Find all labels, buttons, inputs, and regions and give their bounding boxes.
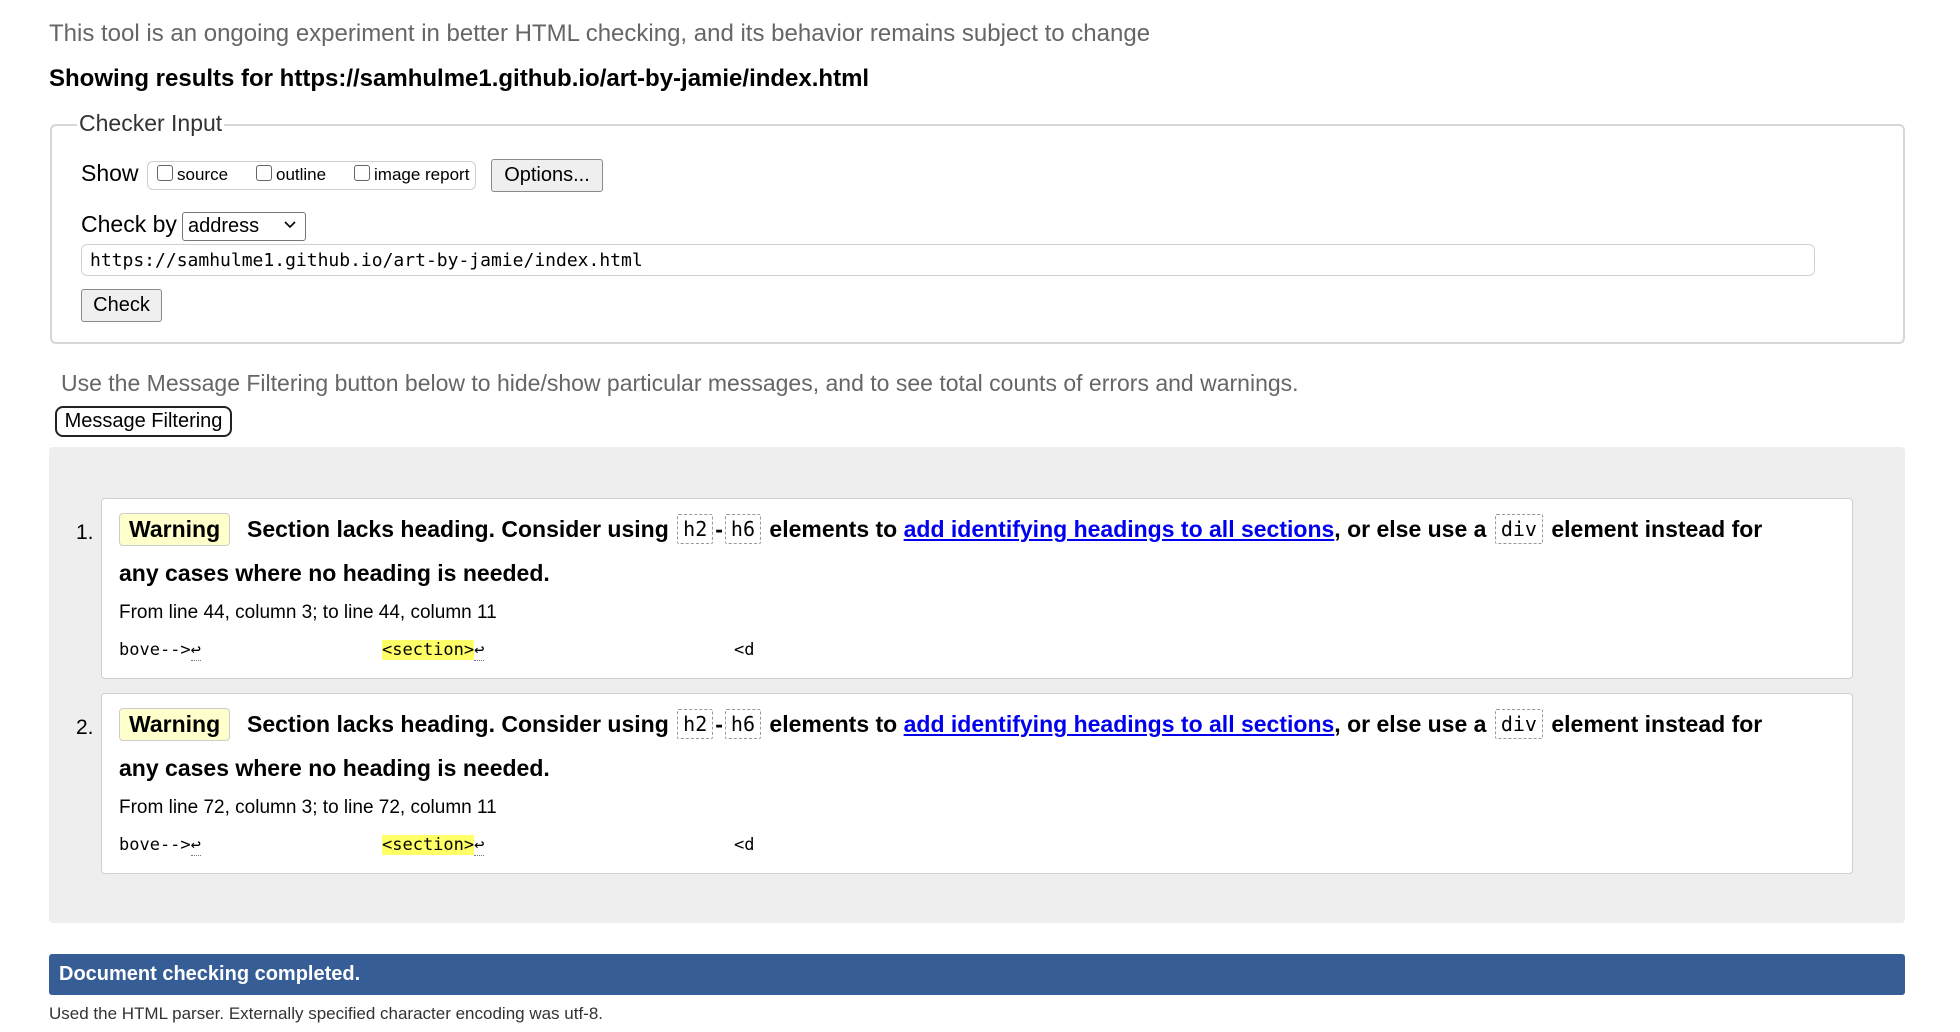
source-checkbox-label: source [177,165,229,184]
options-button[interactable]: Options... [491,159,603,192]
extract-before-text: bove--> [119,835,191,855]
url-input[interactable]: https://samhulme1.github.io/art-by-jamie… [81,244,1815,276]
outline-checkbox-box[interactable] [256,165,272,181]
return-icon: ↩ [190,640,201,661]
headings-link[interactable]: add identifying headings to all sections [904,711,1335,737]
message-text-part: elements to [769,516,898,543]
code-h6: h6 [724,514,762,544]
message-text-cont: any cases where no heading is needed. [119,755,550,781]
notice-text: This tool is an ongoing experiment in be… [49,20,1151,47]
source-checkbox[interactable]: source [157,165,228,185]
checker-input-fieldset [50,124,1905,344]
checker-input-legend: Checker Input [77,110,225,137]
extract-before: bove-->↩ [119,835,201,856]
check-by-select[interactable]: address [182,212,306,241]
extract-after: <d [734,835,755,855]
warning-badge: Warning [119,708,231,741]
message-text-cont: any cases where no heading is needed. [119,560,550,586]
check-by-label: Check by [81,211,177,237]
message-location: From line 72, column 3; to line 72, colu… [119,797,497,818]
headings-link[interactable]: add identifying headings to all sections [904,516,1335,542]
image-report-checkbox-box[interactable] [354,165,370,181]
dash: - [715,516,723,543]
image-report-checkbox-label: image report [374,165,470,184]
message-number: 2. [76,716,94,739]
extract-highlight-text: <section> [382,835,475,855]
message-text-part: elements to [769,711,898,738]
extract-highlight: <section>↩ [382,640,485,661]
warning-badge: Warning [119,513,231,546]
return-icon: ↩ [474,640,485,661]
message-location: From line 44, column 3; to line 44, colu… [119,602,497,623]
code-h2: h2 [677,709,714,739]
code-div: div [1494,709,1543,739]
message-text: Section lacks heading. Consider using h2… [247,709,1763,741]
filter-hint: Use the Message Filtering button below t… [61,370,1299,396]
message-text: Section lacks heading. Consider using h2… [247,514,1763,546]
results-heading: Showing results for https://samhulme1.gi… [49,65,870,92]
message-text-part: , or else use a [1334,516,1487,543]
return-icon: ↩ [190,835,201,856]
check-by-value: address [188,215,260,237]
code-h2: h2 [677,514,714,544]
code-h6: h6 [724,709,762,739]
parser-info: Used the HTML parser. Externally specifi… [49,1004,604,1023]
message-text-part: Section lacks heading. Consider using [247,516,669,543]
dash: - [715,711,723,738]
extract-before-text: bove--> [119,640,191,660]
message-text-part: element instead for [1551,711,1763,738]
outline-checkbox[interactable]: outline [256,165,326,185]
chevron-down-icon [283,217,297,234]
code-div: div [1494,514,1543,544]
message-text-part: element instead for [1551,516,1763,543]
message-text-part: , or else use a [1334,711,1487,738]
source-checkbox-box[interactable] [157,165,173,181]
checking-completed-bar: Document checking completed. [49,954,1905,995]
show-label: Show [81,160,139,186]
message-number: 1. [76,521,94,544]
image-report-checkbox[interactable]: image report [354,165,469,185]
extract-before: bove-->↩ [119,640,201,661]
check-button[interactable]: Check [81,289,162,322]
extract-after: <d [734,640,755,660]
outline-checkbox-label: outline [276,165,327,184]
extract-highlight: <section>↩ [382,835,485,856]
message-filtering-button[interactable]: Message Filtering [55,406,232,437]
message-text-part: Section lacks heading. Consider using [247,711,669,738]
return-icon: ↩ [474,835,485,856]
extract-highlight-text: <section> [382,640,475,660]
